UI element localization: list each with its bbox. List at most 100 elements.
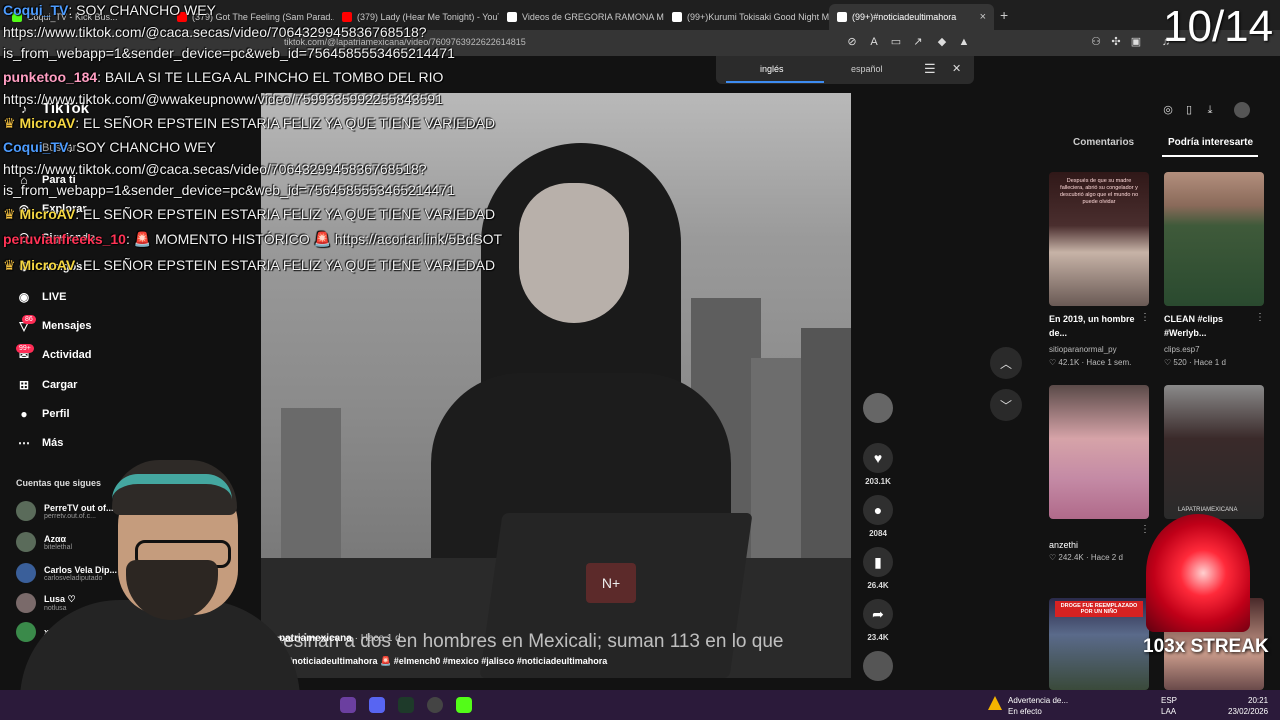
tiktok-icon [672, 12, 682, 22]
save-button[interactable]: ▮ 26.4K [862, 547, 894, 590]
app-icon[interactable] [398, 697, 414, 713]
phone-icon[interactable]: ▯ [1181, 102, 1197, 118]
video-channel[interactable]: clips.esp7 [1164, 345, 1200, 354]
more-options-icon[interactable]: ⋮ [1140, 524, 1150, 535]
live-icon: ◉ [18, 290, 30, 304]
sidebar-item-upload[interactable]: ⊞ Cargar [16, 377, 78, 393]
browser-tab-active[interactable]: (99+)#noticiadeultimahora × [829, 4, 994, 30]
brave-shield-icon[interactable]: ◆ [934, 34, 950, 50]
streak-counter: 103x STREAK [1143, 636, 1269, 657]
comment-button[interactable]: ● 2084 [862, 495, 894, 538]
discord-icon[interactable] [369, 697, 385, 713]
video-stats: ♡ 520 · Hace 1 d [1164, 358, 1226, 367]
chat-message: is_from_webapp=1&sender_device=pc&web_id… [3, 182, 455, 198]
video-title[interactable]: En 2019, un hombre de... [1049, 312, 1139, 340]
translate-target-tab[interactable]: español [851, 64, 883, 74]
share-icon: ➦ [863, 599, 893, 629]
chevron-down-icon: ﹀ [999, 398, 1012, 413]
more-options-icon[interactable]: ⋮ [1255, 312, 1265, 323]
like-button[interactable]: ♥ 203.1K [862, 443, 894, 486]
sidebar-item-live[interactable]: ◉ LIVE [16, 289, 67, 305]
obs-icon[interactable] [427, 697, 443, 713]
translate-popup: inglés español ☰ ✕ [716, 56, 974, 84]
bookmark-icon: ▮ [863, 547, 893, 577]
new-tab-button[interactable]: + [1000, 7, 1008, 23]
chat-message: is_from_webapp=1&sender_device=pc&web_id… [3, 45, 455, 61]
heart-icon: ♥ [863, 443, 893, 473]
browser-tab[interactable]: (99+)Kurumi Tokisaki Good Night M... [664, 4, 829, 30]
previous-video-button[interactable]: ︿ [990, 347, 1022, 379]
upload-icon: ⊞ [18, 378, 30, 392]
video-hashtags[interactable]: #noticiadeultimahora 🚨 #elmench0 #mexico… [287, 656, 607, 667]
windows-taskbar [0, 690, 1280, 720]
chevron-up-icon: ︿ [999, 356, 1012, 371]
tab-comments[interactable]: Comentarios [1073, 137, 1134, 148]
chat-message: ♛ MicroAV: EL SEÑOR EPSTEIN ESTARIA FELI… [3, 206, 496, 222]
browser-tab[interactable]: Videos de GREGORIA RAMONA MEJ... [499, 4, 664, 30]
download-icon[interactable]: ⤓ [1202, 102, 1218, 118]
chat-message: ♛ MicroAV: EL SEÑOR EPSTEIN ESTARIA FELI… [3, 115, 496, 131]
heart-icon: ♡ [1049, 553, 1059, 562]
video-stats: ♡ 242.4K · Hace 2 d [1049, 553, 1123, 562]
share-icon[interactable]: ↗ [910, 34, 926, 50]
extensions-icon[interactable]: ✣ [1108, 34, 1124, 50]
video-thumbnail[interactable] [1049, 385, 1149, 519]
tiktok-icon [837, 12, 847, 22]
video-thumbnail[interactable]: Después de que su madre falleciera, abri… [1049, 172, 1149, 306]
comment-icon: ● [863, 495, 893, 525]
n-plus-logo: N+ [586, 563, 636, 603]
sidebar-item-more[interactable]: ⋯ Más [16, 435, 63, 451]
brave-rewards-icon[interactable]: ▲ [956, 34, 972, 50]
share-button[interactable]: ➦ 23.4K [862, 599, 894, 642]
chat-message: Coqui_TV: SOY CHANCHO WEY [3, 139, 216, 155]
active-tab-underline [1162, 155, 1258, 157]
video-player[interactable]: N+ [261, 93, 851, 678]
youtube-icon [342, 12, 352, 22]
streamer-headband [112, 474, 232, 500]
video-channel[interactable]: anzethi [1049, 540, 1078, 550]
chat-message: punketoo_184: BAILA SI TE LLEGA AL PINCH… [3, 69, 444, 85]
menu-icon[interactable]: ☰ [924, 61, 936, 77]
video-thumbnail[interactable] [1164, 172, 1264, 306]
warning-notification[interactable]: Advertencia de... En efecto [1008, 695, 1068, 717]
app-icon[interactable] [340, 697, 356, 713]
more-icon: ⋯ [18, 436, 30, 450]
close-icon[interactable]: ✕ [952, 62, 961, 75]
heart-icon: ♡ [1164, 358, 1174, 367]
vpn-icon[interactable]: ⚇ [1088, 34, 1104, 50]
crown-icon: ♛ [3, 257, 20, 273]
more-options-icon[interactable]: ⋮ [1140, 312, 1150, 323]
video-title[interactable]: CLEAN #clips #Werlyb... [1164, 312, 1254, 340]
disc-icon [863, 651, 893, 681]
reader-icon[interactable]: ⊘ [844, 34, 860, 50]
crown-icon: ♛ [3, 206, 20, 222]
video-thumbnail[interactable]: LAPATRIAMEXICANA [1164, 385, 1264, 519]
chat-message: ♛ MicroAV: EL SEÑOR EPSTEIN ESTARIA FELI… [3, 257, 496, 273]
video-stats: ♡ 42.1K · Hace 1 sem. [1049, 358, 1132, 367]
video-channel[interactable]: sitioparanormal_py [1049, 345, 1117, 354]
taskbar-clock[interactable]: 20:21 23/02/2026 [1228, 695, 1268, 717]
building-shape [801, 328, 851, 558]
video-thumbnail[interactable]: DROGE FUE REEMPLAZADO POR UN NIÑO [1049, 598, 1149, 690]
tab-recommended[interactable]: Podría interesarte [1168, 137, 1253, 148]
chat-message: https://www.tiktok.com/@wwakeupnoww/vide… [3, 91, 443, 107]
user-avatar[interactable] [1234, 102, 1250, 118]
tab-close-icon[interactable]: × [980, 11, 986, 23]
tiktok-icon [507, 12, 517, 22]
sidebar-icon[interactable]: ▣ [1128, 34, 1144, 50]
compass-icon[interactable]: ◎ [1160, 102, 1176, 118]
siren-icon [1146, 514, 1250, 632]
music-disc[interactable] [862, 651, 894, 681]
chat-message: peruvianfreeks_10: 🚨 MOMENTO HISTÓRICO 🚨… [3, 231, 503, 247]
translate-icon[interactable]: A [866, 34, 882, 50]
screenshot-icon[interactable]: ▭ [888, 34, 904, 50]
translate-source-tab[interactable]: inglés [760, 64, 784, 74]
next-video-button[interactable]: ﹀ [990, 389, 1022, 421]
heart-icon: ♡ [1049, 358, 1059, 367]
sidebar-item-profile[interactable]: ● Perfil [16, 406, 69, 422]
kick-icon[interactable] [456, 697, 472, 713]
profile-icon: ● [20, 407, 28, 421]
creator-avatar[interactable] [862, 393, 894, 423]
crown-icon: ♛ [3, 115, 20, 131]
language-indicator[interactable]: ESP LAA [1161, 695, 1177, 717]
